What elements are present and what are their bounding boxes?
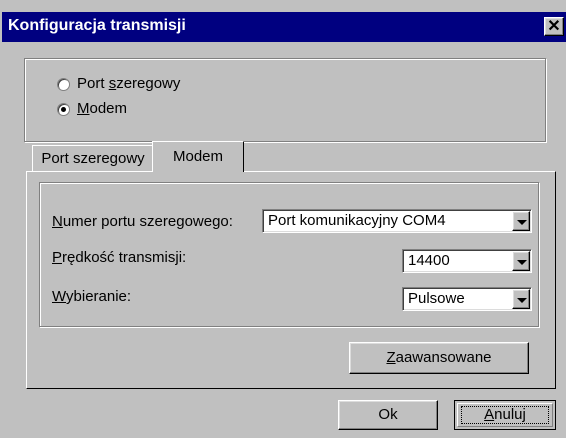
port-number-value: Port komunikacyjny COM4 bbox=[268, 212, 446, 229]
chevron-down-icon[interactable] bbox=[512, 289, 530, 309]
modem-settings-group: Numer portu szeregowego: Port komunikacy… bbox=[39, 182, 539, 327]
dialing-value: Pulsowe bbox=[408, 290, 465, 307]
radio-indicator-selected bbox=[57, 103, 70, 116]
transmission-speed-select[interactable]: 14400 bbox=[402, 249, 532, 273]
port-number-label: Numer portu szeregowego: bbox=[52, 213, 233, 230]
dialog-window: Konfiguracja transmisji ✕ Port szeregowy… bbox=[0, 0, 566, 438]
dialing-select[interactable]: Pulsowe bbox=[402, 287, 532, 311]
tab-serial-port[interactable]: Port szeregowy bbox=[32, 145, 154, 172]
cancel-button[interactable]: Anuluj bbox=[454, 400, 556, 430]
chevron-down-icon[interactable] bbox=[512, 211, 530, 231]
advanced-button[interactable]: Zaawansowane bbox=[349, 342, 529, 374]
connection-mode-group: Port szeregowy Modem bbox=[24, 58, 546, 142]
radio-modem-label: Modem bbox=[77, 100, 128, 117]
close-icon: ✕ bbox=[547, 18, 561, 35]
window-title: Konfiguracja transmisji bbox=[8, 17, 186, 34]
cancel-button-label: Anuluj bbox=[484, 406, 526, 423]
tab-panel-modem: Numer portu szeregowego: Port komunikacy… bbox=[26, 171, 556, 389]
radio-serial-port-label: Port szeregowy bbox=[77, 75, 181, 92]
tab-bar: Port szeregowy Modem bbox=[26, 140, 556, 172]
radio-indicator bbox=[57, 78, 70, 91]
close-button[interactable]: ✕ bbox=[544, 17, 564, 36]
transmission-speed-value: 14400 bbox=[408, 252, 450, 269]
port-number-select[interactable]: Port komunikacyjny COM4 bbox=[262, 209, 532, 233]
dialing-label: Wybieranie: bbox=[52, 288, 132, 305]
ok-button[interactable]: Ok bbox=[338, 400, 438, 430]
chevron-down-icon[interactable] bbox=[512, 251, 530, 271]
title-bar[interactable]: Konfiguracja transmisji ✕ bbox=[2, 12, 566, 42]
tab-modem[interactable]: Modem bbox=[152, 141, 244, 172]
transmission-speed-label: Prędkość transmisji: bbox=[52, 249, 187, 266]
